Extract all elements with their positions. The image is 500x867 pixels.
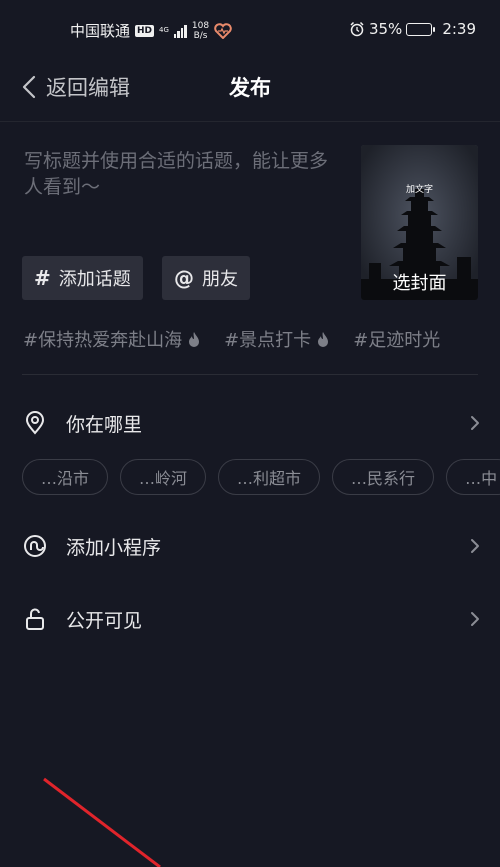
visibility-row[interactable]: 公开可见 <box>22 597 482 641</box>
network-type-label: 4G <box>159 26 169 34</box>
speed-unit: B/s <box>193 30 208 41</box>
mini-program-icon <box>24 535 46 557</box>
alarm-icon <box>350 21 364 37</box>
mini-program-row[interactable]: 添加小程序 <box>22 524 482 568</box>
status-bar: 中国联通 HD 4G 108 B/s 35% 2:39 <box>0 0 500 60</box>
location-label: 你在哪里 <box>66 413 143 436</box>
hashtag-suggestion[interactable]: #景点打卡 <box>224 326 329 352</box>
suggested-hashtags: #保持热爱奔赴山海 #景点打卡 #足迹时光 <box>23 326 440 352</box>
add-text-label[interactable]: 加文字 <box>361 182 478 195</box>
hd-badge: HD <box>135 24 155 37</box>
hashtag-icon: # <box>34 266 51 290</box>
flame-icon <box>318 332 329 347</box>
hashtag-text: #足迹时光 <box>353 330 441 351</box>
hashtag-suggestion[interactable]: #保持热爱奔赴山海 <box>23 326 200 352</box>
battery-percent: 35% <box>368 20 403 38</box>
health-heart-icon <box>214 22 232 39</box>
location-chip[interactable]: …民系行 <box>332 459 435 495</box>
carrier-name: 中国联通 <box>70 22 131 40</box>
mention-friends-label: 朋友 <box>202 269 238 290</box>
battery-icon <box>406 22 436 36</box>
add-topic-label: 添加话题 <box>58 269 131 290</box>
location-suggestions: …沿市 …岭河 …利超市 …民系行 …中 <box>22 459 500 495</box>
unlock-icon <box>26 608 44 630</box>
network-speed: 108 B/s <box>192 21 209 41</box>
signal-icon <box>173 24 187 38</box>
page-title: 发布 <box>229 76 271 100</box>
location-chip[interactable]: …沿市 <box>22 459 109 495</box>
speed-value: 108 <box>191 20 210 31</box>
chevron-right-icon <box>471 416 479 430</box>
annotation-arrow <box>43 777 161 867</box>
location-chip[interactable]: …岭河 <box>120 459 207 495</box>
select-cover-label[interactable]: 选封面 <box>361 269 478 295</box>
hashtag-text: #景点打卡 <box>224 330 312 351</box>
chevron-right-icon <box>471 612 479 626</box>
status-bar-left: 中国联通 HD 4G 108 B/s <box>70 20 232 41</box>
location-chip[interactable]: …中 <box>446 459 500 495</box>
add-topic-button[interactable]: # 添加话题 <box>22 256 143 300</box>
status-bar-right: 35% 2:39 <box>349 20 476 38</box>
cover-thumbnail[interactable]: 加文字 选封面 <box>361 145 478 300</box>
hashtag-suggestion[interactable]: #足迹时光 <box>353 326 440 352</box>
location-row[interactable]: 你在哪里 <box>22 401 482 445</box>
visibility-label: 公开可见 <box>66 609 143 632</box>
location-pin-icon <box>25 411 45 435</box>
clock: 2:39 <box>442 20 476 38</box>
network-type: 4G <box>159 27 169 34</box>
at-icon: @ <box>174 266 194 290</box>
hashtag-text: #保持热爱奔赴山海 <box>23 330 183 351</box>
chevron-right-icon <box>471 539 479 553</box>
section-divider <box>22 374 478 375</box>
flame-icon <box>189 332 200 347</box>
caption-input[interactable]: 写标题并使用合适的话题，能让更多人看到～ <box>24 148 342 200</box>
mention-friends-button[interactable]: @ 朋友 <box>162 256 250 300</box>
location-chip[interactable]: …利超市 <box>218 459 321 495</box>
nav-bar: 返回编辑 发布 <box>0 60 500 122</box>
mini-program-label: 添加小程序 <box>66 536 162 559</box>
